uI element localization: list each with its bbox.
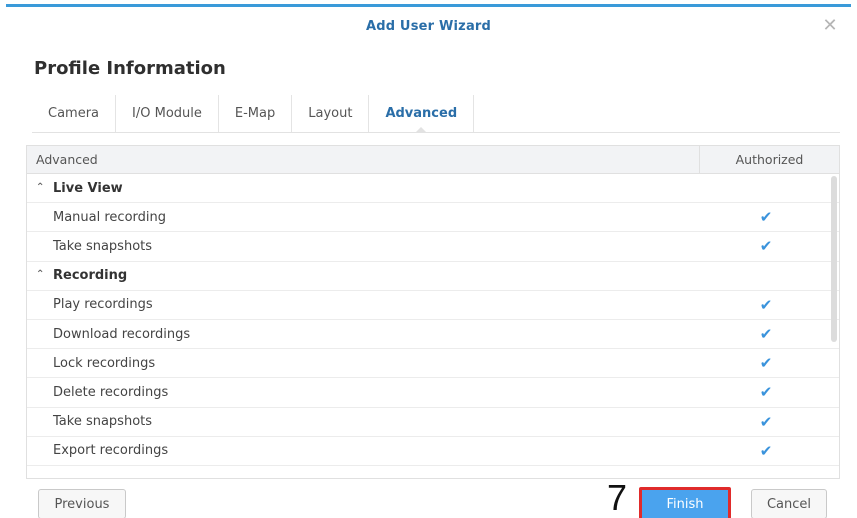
grid-header: Advanced Authorized xyxy=(27,146,839,174)
add-user-wizard-dialog: Add User Wizard ✕ Profile Information Ca… xyxy=(6,4,851,518)
dialog-footer: Previous 7 Finish Cancel xyxy=(6,477,851,518)
chevron-up-icon[interactable]: ⌃ xyxy=(36,182,48,193)
group-row-live-view[interactable]: ⌃ Live View xyxy=(27,174,839,204)
group-label: ⌃ Live View xyxy=(27,181,699,196)
cancel-button[interactable]: Cancel xyxy=(751,489,827,518)
table-row[interactable]: Play recordings ✔ xyxy=(27,291,839,320)
column-header-authorized[interactable]: Authorized xyxy=(699,146,839,173)
chevron-up-icon[interactable]: ⌃ xyxy=(36,269,48,280)
finish-button[interactable]: Finish xyxy=(639,487,731,518)
step-annotation: 7 xyxy=(607,477,628,518)
table-row[interactable]: Export recordings ✔ xyxy=(27,437,839,466)
table-row[interactable]: Lock recordings ✔ xyxy=(27,349,839,379)
check-icon[interactable]: ✔ xyxy=(699,354,839,372)
table-row[interactable]: Delete recordings ✔ xyxy=(27,378,839,408)
group-label-text: Live View xyxy=(53,180,123,196)
check-icon[interactable]: ✔ xyxy=(699,442,839,460)
tab-layout[interactable]: Layout xyxy=(292,95,370,132)
permissions-grid: Advanced Authorized ⌃ Live View Manual r… xyxy=(26,145,840,479)
check-icon[interactable]: ✔ xyxy=(699,208,839,226)
tab-advanced[interactable]: Advanced xyxy=(369,95,475,133)
grid-body: ⌃ Live View Manual recording ✔ Take snap… xyxy=(27,174,839,478)
table-row[interactable]: Take snapshots ✔ xyxy=(27,408,839,437)
permission-label: Manual recording xyxy=(53,209,167,225)
tab-camera[interactable]: Camera xyxy=(32,95,117,132)
permission-label: Take snapshots xyxy=(53,238,153,254)
check-icon[interactable]: ✔ xyxy=(699,325,839,343)
permission-label: Play recordings xyxy=(53,297,153,313)
check-icon[interactable]: ✔ xyxy=(699,237,839,255)
permission-label: Download recordings xyxy=(53,326,191,342)
table-row[interactable]: Download recordings ✔ xyxy=(27,320,839,350)
table-row-partially-visible[interactable] xyxy=(27,466,839,478)
table-row[interactable]: Take snapshots ✔ xyxy=(27,232,839,262)
dialog-title: Add User Wizard xyxy=(365,18,492,34)
permission-label: Take snapshots xyxy=(53,414,153,430)
tab-io-module[interactable]: I/O Module xyxy=(116,95,219,132)
previous-button[interactable]: Previous xyxy=(38,489,126,518)
group-label-text: Recording xyxy=(53,268,128,284)
permission-label: Export recordings xyxy=(53,443,169,459)
vertical-scrollbar[interactable] xyxy=(831,176,837,342)
check-icon[interactable]: ✔ xyxy=(699,413,839,431)
title-bar: Add User Wizard ✕ xyxy=(6,7,851,45)
group-label: ⌃ Recording xyxy=(27,268,699,283)
check-icon[interactable]: ✔ xyxy=(699,296,839,314)
close-icon[interactable]: ✕ xyxy=(821,17,839,35)
page-title: Profile Information xyxy=(34,58,226,79)
tab-bar: Camera I/O Module E-Map Layout Advanced xyxy=(32,95,840,133)
column-header-advanced[interactable]: Advanced xyxy=(27,152,699,167)
tab-e-map[interactable]: E-Map xyxy=(219,95,293,132)
check-icon[interactable]: ✔ xyxy=(699,383,839,401)
permission-label: Delete recordings xyxy=(53,384,169,400)
table-row[interactable]: Manual recording ✔ xyxy=(27,203,839,233)
permission-label: Lock recordings xyxy=(53,355,156,371)
group-row-recording[interactable]: ⌃ Recording xyxy=(27,262,839,291)
